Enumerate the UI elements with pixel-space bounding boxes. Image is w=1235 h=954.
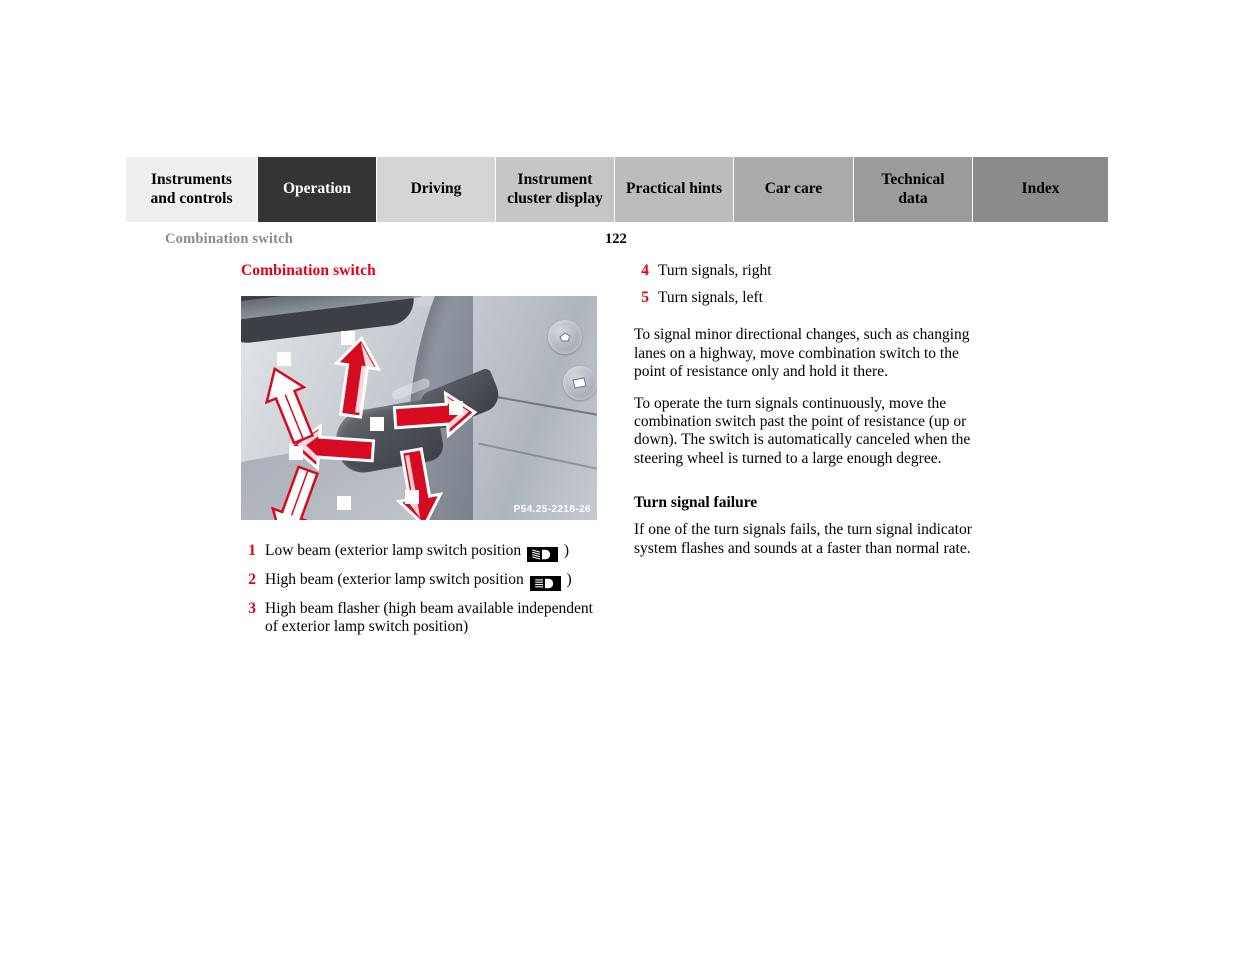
paragraph-signal-minor-changes: To signal minor directional changes, suc…: [634, 326, 970, 381]
arrow-down-left-white: [270, 465, 319, 520]
list-item: 1 Low beam (exterior lamp switch position…: [241, 542, 597, 562]
left-list-item-text: High beam (exterior lamp switch position…: [265, 571, 597, 591]
running-head: Combination switch: [165, 231, 294, 247]
display-icon: [572, 377, 587, 389]
tab-practical-hints[interactable]: Practical hints: [615, 157, 734, 222]
left-column: Combination switch P54.25-2218-26 1 Low …: [241, 262, 597, 645]
right-list-item-number: 4: [641, 262, 649, 279]
right-numbered-list: 4 Turn signals, right 5 Turn signals, left: [634, 262, 994, 307]
paragraph-continuous-operation: To operate the turn signals continuously…: [634, 394, 971, 467]
left-numbered-list: 1 Low beam (exterior lamp switch position…: [241, 542, 597, 636]
right-list-item-text: Turn signals, left: [658, 289, 763, 307]
subheading-turn-signal-failure: Turn signal failure: [634, 494, 758, 512]
paragraph-turn-signal-failure: If one of the turn signals fails, the tu…: [634, 521, 972, 557]
tab-instrument-cluster-display[interactable]: Instrument cluster display: [496, 157, 615, 222]
figure-reference-code: P54.25-2218-26: [513, 504, 591, 515]
tab-driving[interactable]: Driving: [377, 157, 496, 222]
right-column: 4 Turn signals, right 5 Turn signals, left …: [634, 262, 994, 571]
high-beam-icon: [529, 575, 561, 591]
right-list-item-text: Turn signals, right: [658, 262, 772, 279]
list-item: 5 Turn signals, left: [634, 289, 994, 307]
left-list-item-number: 2: [248, 570, 256, 588]
arrow-up-red: [333, 335, 382, 419]
callout-marker-3: [370, 417, 384, 431]
steering-wheel-button-upper: [548, 320, 582, 354]
combination-switch-illustration: P54.25-2218-26: [241, 296, 597, 520]
list-item: 2 High beam (exterior lamp switch positio…: [241, 571, 597, 591]
tab-instruments-and-controls[interactable]: Instruments and controls: [126, 157, 258, 222]
phone-icon: [559, 332, 571, 342]
right-list-item-number: 5: [641, 289, 649, 307]
callout-marker-6: [337, 496, 351, 510]
list-item: 3 High beam flasher (high beam available …: [241, 600, 597, 636]
left-list-item-number: 1: [248, 542, 256, 559]
left-list-item-number: 3: [248, 599, 256, 617]
tab-technical-data[interactable]: Technical data: [854, 157, 973, 222]
callout-marker-1: [341, 331, 355, 345]
tab-operation[interactable]: Operation: [258, 157, 377, 222]
callout-marker-2: [277, 352, 291, 366]
low-beam-icon: [527, 546, 558, 562]
left-list-item-text: Low beam (exterior lamp switch position …: [265, 542, 597, 562]
arrow-down-red: [395, 447, 444, 520]
page-title: Combination switch: [241, 262, 376, 279]
section-tab-bar: Instruments and controls Operation Driving I…: [126, 157, 1108, 222]
callout-marker-7: [405, 490, 419, 504]
callout-marker-5: [289, 446, 303, 460]
page-number: 122: [605, 231, 627, 247]
steering-wheel-button-lower: [563, 366, 597, 400]
list-item: 4 Turn signals, right: [634, 262, 994, 280]
tab-index[interactable]: Index: [973, 157, 1108, 222]
arrow-up-left-white: [264, 364, 315, 445]
tab-car-care[interactable]: Car care: [734, 157, 854, 222]
arrow-right-red: [392, 390, 478, 439]
left-list-item-text: High beam flasher (high beam available i…: [265, 599, 593, 635]
callout-marker-4: [449, 401, 463, 415]
